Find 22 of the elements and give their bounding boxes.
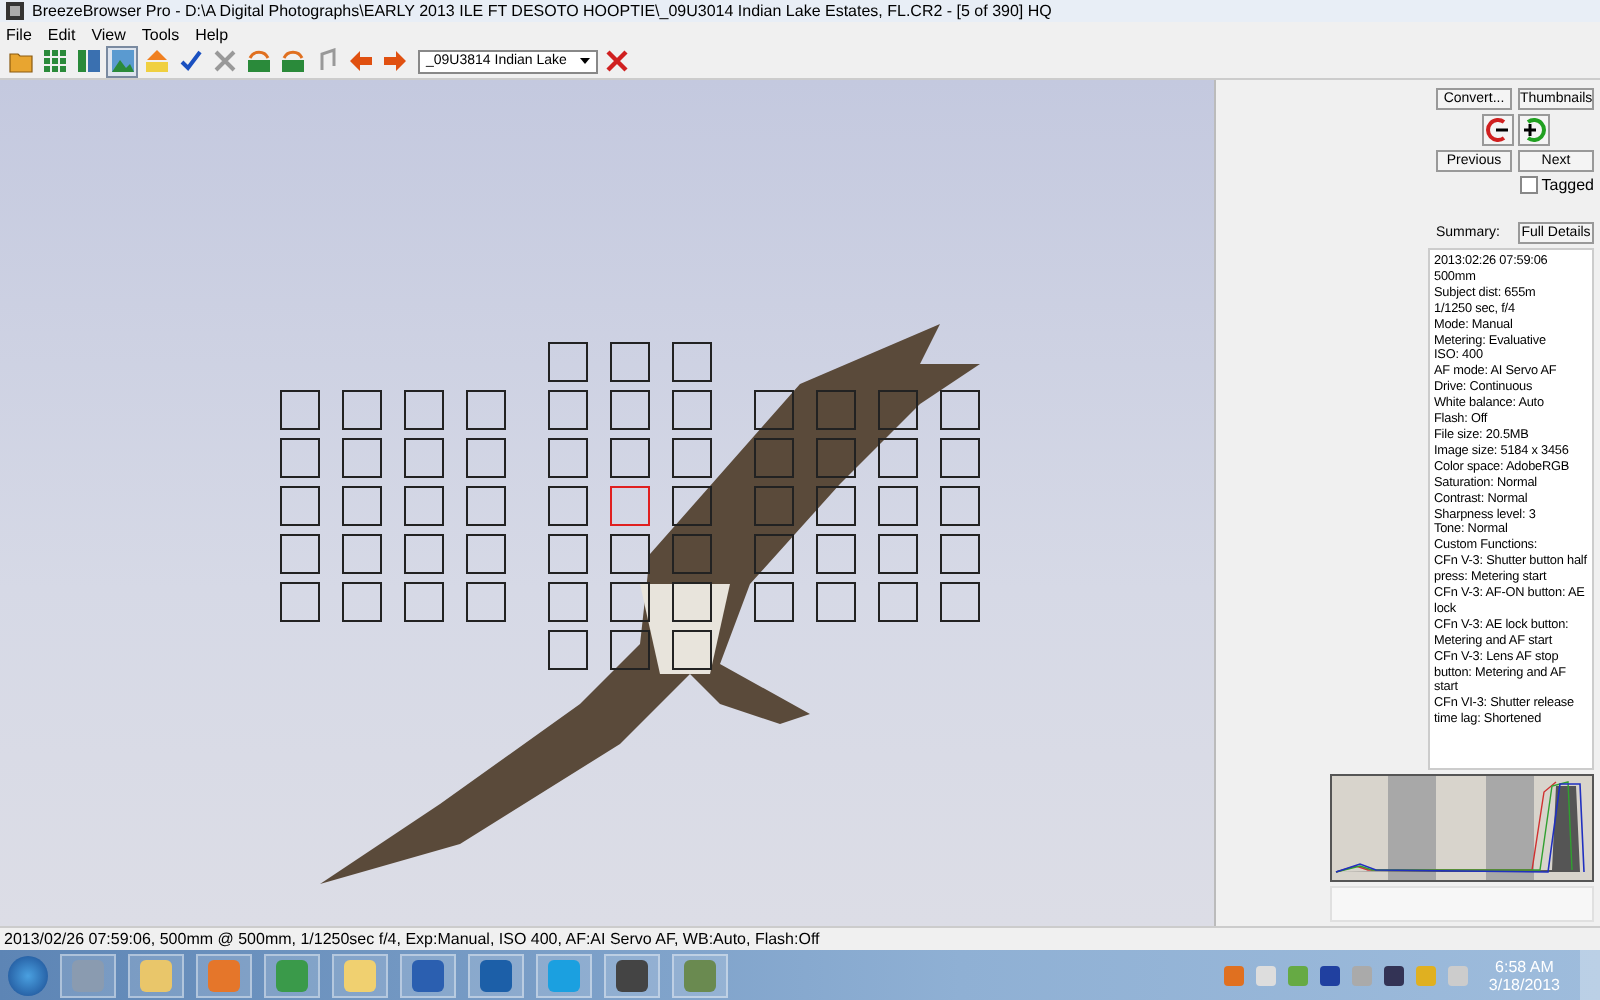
toolbar-button[interactable]: [276, 45, 308, 78]
caret-icon: [580, 58, 590, 65]
tagged-checkbox[interactable]: Tagged: [1519, 176, 1594, 195]
window-title: BreezeBrowser Pro - D:\A Digital Photographs\EARLY 2013 ILE FT DESOTO HOOPTIE\_09U3014 Indian Lake Estates, FL.CR2 - [5 of 390] HQ: [32, 2, 1052, 21]
taskbar-button[interactable]: [468, 953, 524, 998]
start-button[interactable]: [8, 955, 48, 996]
tray-icon[interactable]: [1320, 965, 1341, 986]
taskbar-button[interactable]: [604, 953, 660, 998]
rotate-right-button[interactable]: [1517, 114, 1549, 147]
taskbar-button[interactable]: [400, 953, 456, 998]
toolbar-button[interactable]: [72, 45, 104, 78]
app-icon: [6, 2, 24, 21]
menu-item[interactable]: View: [91, 25, 126, 44]
menu-item[interactable]: File: [6, 25, 32, 44]
menu-item[interactable]: Tools: [141, 25, 180, 44]
toolbar-button[interactable]: [242, 45, 274, 78]
rotate-left-button[interactable]: [1481, 114, 1513, 147]
tray-icon[interactable]: [1384, 965, 1405, 986]
menu-item[interactable]: Help: [195, 25, 229, 44]
toolbar-button[interactable]: [38, 45, 70, 78]
menu-item[interactable]: Edit: [47, 25, 76, 44]
toolbar-button[interactable]: [106, 45, 138, 78]
